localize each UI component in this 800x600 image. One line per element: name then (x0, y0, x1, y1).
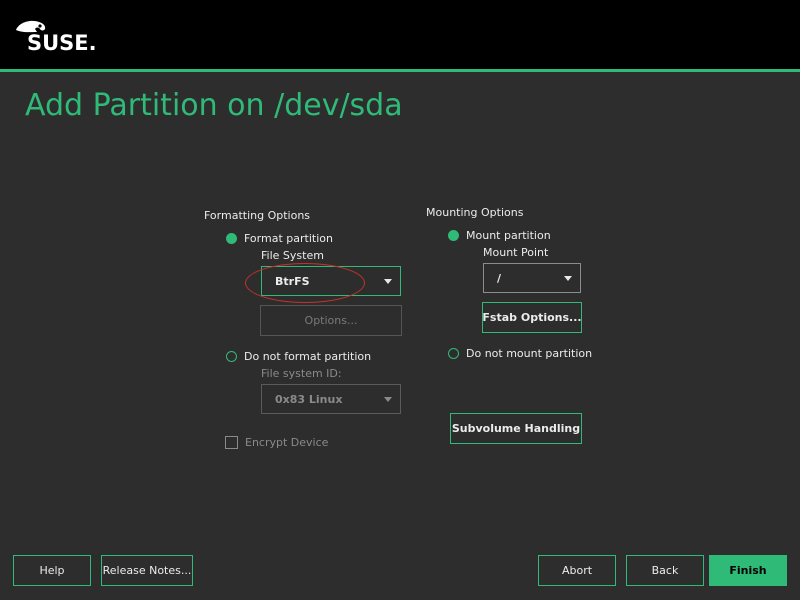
help-button[interactable]: Help (13, 555, 91, 586)
formatting-options-label: Formatting Options (204, 209, 311, 222)
mounting-options-label: Mounting Options (426, 206, 524, 219)
chevron-down-icon (564, 276, 572, 281)
page-title: Add Partition on /dev/sda (25, 88, 403, 123)
encrypt-device-label[interactable]: Encrypt Device (245, 436, 328, 449)
subvolume-handling-button[interactable]: Subvolume Handling (450, 413, 582, 444)
do-not-format-radio[interactable] (226, 351, 237, 362)
finish-button[interactable]: Finish (709, 555, 787, 586)
back-button[interactable]: Back (626, 555, 704, 586)
format-options-button[interactable]: Options... (260, 305, 402, 336)
file-system-label: File System (261, 249, 324, 262)
file-system-id-combo[interactable]: 0x83 Linux (261, 384, 401, 414)
do-not-mount-label[interactable]: Do not mount partition (466, 347, 592, 360)
suse-logo-text: SUSE. (27, 31, 97, 55)
chevron-down-icon (384, 279, 392, 284)
fstab-options-button[interactable]: Fstab Options... (482, 302, 582, 333)
do-not-format-label[interactable]: Do not format partition (244, 350, 371, 363)
file-system-id-label: File system ID: (261, 367, 342, 380)
file-system-value: BtrFS (275, 275, 310, 288)
top-banner: SUSE. (0, 0, 800, 69)
file-system-id-value: 0x83 Linux (275, 393, 343, 406)
header-accent-line (0, 69, 800, 72)
format-partition-radio[interactable] (226, 233, 237, 244)
file-system-combo[interactable]: BtrFS (261, 266, 401, 296)
mount-point-value: / (497, 272, 502, 285)
do-not-mount-radio[interactable] (448, 348, 459, 359)
mount-point-combo[interactable]: / (483, 263, 581, 293)
chevron-down-icon (384, 397, 392, 402)
mount-partition-radio[interactable] (448, 230, 459, 241)
abort-button[interactable]: Abort (538, 555, 616, 586)
mount-partition-label[interactable]: Mount partition (466, 229, 551, 242)
encrypt-device-checkbox[interactable] (225, 436, 238, 449)
release-notes-button[interactable]: Release Notes... (101, 555, 193, 586)
format-partition-label[interactable]: Format partition (244, 232, 333, 245)
mount-point-label: Mount Point (483, 246, 549, 259)
